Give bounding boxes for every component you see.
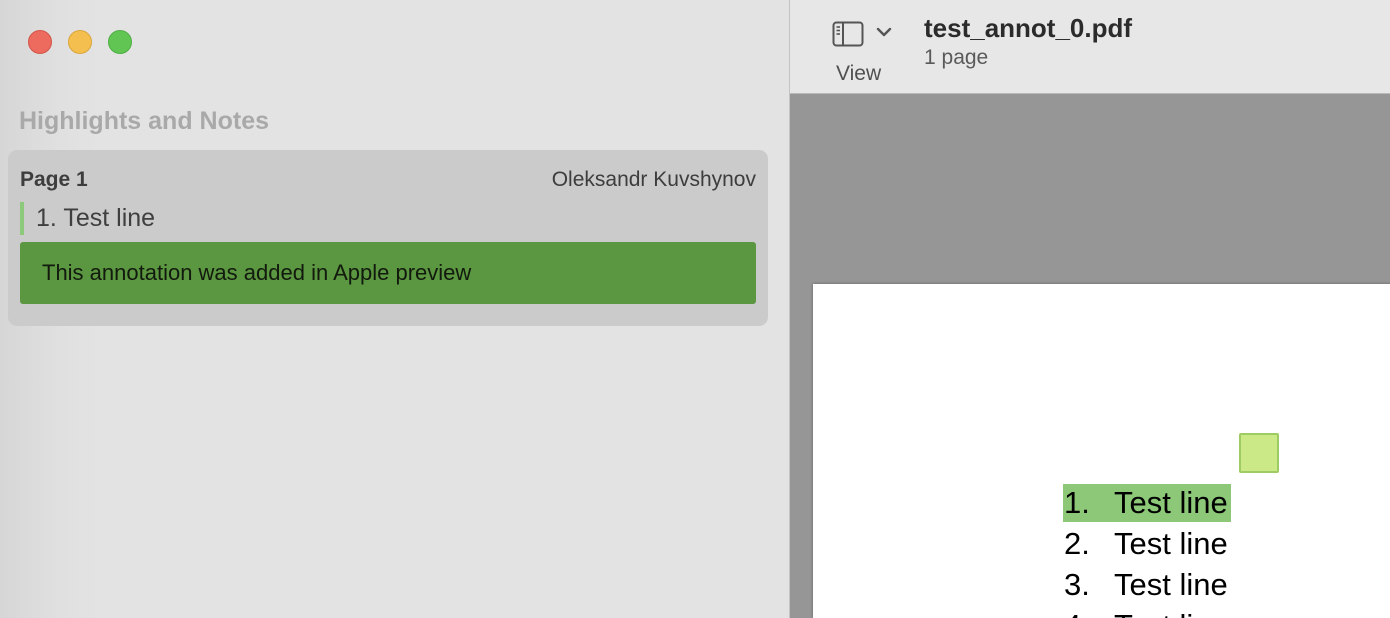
zoom-window-button[interactable]: [108, 30, 132, 54]
chevron-down-icon: [876, 27, 892, 37]
pdf-line: 3. Test line: [1063, 566, 1228, 604]
toolbar: View test_annot_0.pdf 1 page: [790, 0, 1390, 94]
line-number: 1.: [1064, 485, 1090, 520]
line-text: Test line: [1114, 608, 1228, 618]
pdf-line: 2. Test line: [1063, 525, 1228, 563]
document-area: View test_annot_0.pdf 1 page 1. Test line…: [789, 0, 1390, 618]
view-label: View: [836, 62, 882, 85]
close-window-button[interactable]: [28, 30, 52, 54]
annotation-card[interactable]: Page 1 Oleksandr Kuvshynov 1. Test line …: [8, 150, 768, 326]
line-number: 4.: [1063, 607, 1114, 618]
note-marker-icon[interactable]: [1239, 433, 1279, 473]
view-menu-button[interactable]: View: [830, 18, 900, 88]
minimize-window-button[interactable]: [68, 30, 92, 54]
sidebar: Highlights and Notes Page 1 Oleksandr Ku…: [0, 0, 789, 618]
annotation-quote: 1. Test line: [20, 202, 155, 235]
pdf-line: 4.Test line: [1063, 607, 1228, 618]
line-text: Test line: [1114, 567, 1228, 602]
sidebar-title: Highlights and Notes: [19, 107, 269, 135]
document-title: test_annot_0.pdf: [924, 13, 1133, 43]
pdf-page[interactable]: 1.Test line 2.Test line 3.Test line 4.Te…: [813, 284, 1390, 618]
pdf-line-highlighted[interactable]: 1. Test line: [1063, 484, 1231, 522]
annotation-page-label: Page 1: [20, 168, 88, 191]
annotation-author: Oleksandr Kuvshynov: [551, 168, 756, 191]
line-text: Test line: [1114, 526, 1228, 561]
line-number: 2.: [1064, 526, 1090, 561]
document-page-count: 1 page: [924, 46, 989, 69]
sidebar-toggle-icon: [832, 21, 864, 47]
preview-window: Highlights and Notes Page 1 Oleksandr Ku…: [0, 0, 1390, 618]
annotation-note[interactable]: This annotation was added in Apple previ…: [20, 242, 756, 304]
line-text: Test line: [1114, 485, 1228, 520]
line-number: 3.: [1064, 567, 1090, 602]
